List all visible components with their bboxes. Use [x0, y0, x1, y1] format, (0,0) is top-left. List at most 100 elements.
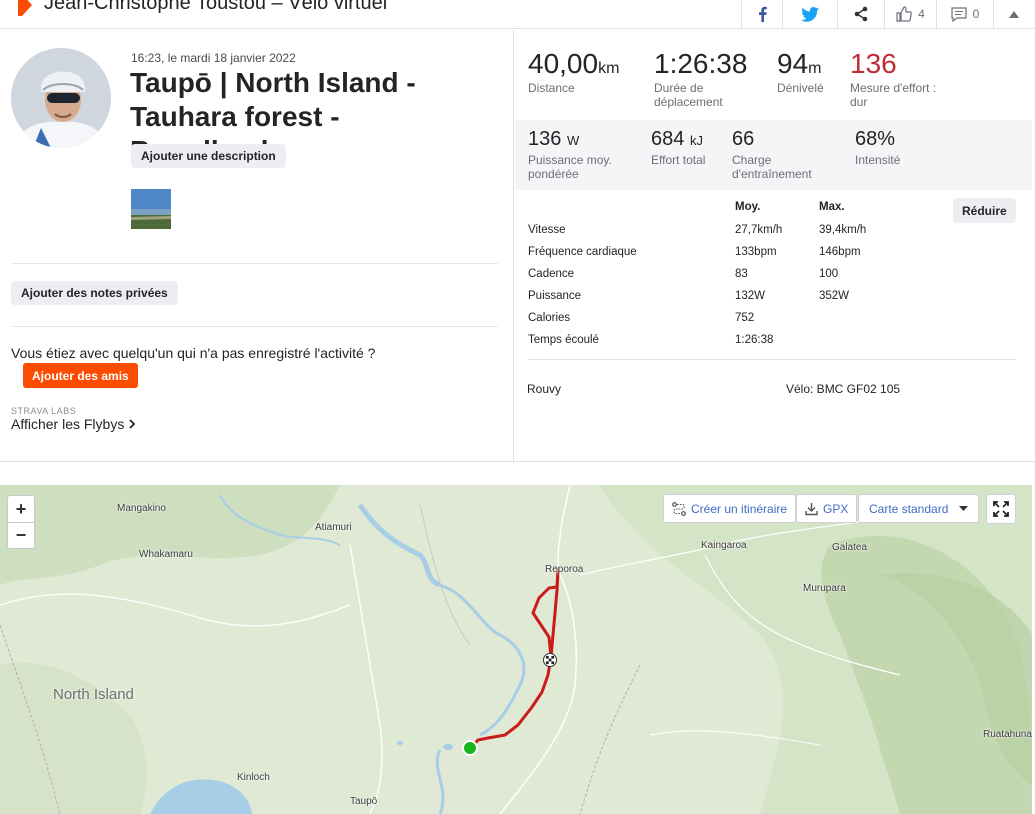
table-row: Fréquence cardiaque 133bpm 146bpm: [528, 242, 928, 264]
place-label: Kaingaroa: [701, 540, 747, 551]
strava-labs-label: STRAVA LABS: [11, 406, 77, 416]
fullscreen-icon: [993, 501, 1009, 517]
table-row: Temps écoulé 1:26:38: [528, 330, 928, 352]
download-icon: [805, 502, 818, 515]
row-avg: 133bpm: [735, 246, 777, 258]
stat-label: Charge d'entraînement: [732, 153, 812, 181]
chevron-down-icon: [959, 505, 969, 511]
divider: [528, 359, 1016, 360]
map-background: [0, 485, 1032, 814]
stat-label: Effort total: [651, 153, 706, 167]
gpx-download-button[interactable]: GPX: [796, 494, 858, 523]
stat-moving-time: 1:26:38 Durée de déplacement: [654, 48, 754, 109]
row-avg: 27,7km/h: [735, 224, 783, 236]
map-type-select[interactable]: Carte standard: [858, 494, 979, 523]
stat-label: Mesure d'effort : dur: [850, 81, 937, 109]
athlete-photo: [11, 48, 111, 148]
table-row: Calories 752: [528, 308, 928, 330]
stat-label: Durée de déplacement: [654, 81, 723, 109]
stat-total-work: 684 kJ Effort total: [651, 128, 705, 167]
row-label: Puissance: [528, 290, 582, 302]
kudos-count: 4: [918, 7, 925, 21]
stat-relative-effort[interactable]: 136 Mesure d'effort : dur: [850, 48, 955, 109]
kudos-button[interactable]: 4: [884, 0, 936, 28]
primary-stats: 40,00km Distance 1:26:38 Durée de déplac…: [515, 30, 1032, 120]
place-label: Taupō: [350, 796, 378, 807]
create-route-label: Créer un itinéraire: [691, 501, 788, 516]
place-label: Mangakino: [117, 503, 166, 514]
region-label: North Island: [53, 686, 134, 703]
facebook-icon: [759, 6, 767, 22]
divider: [11, 326, 498, 327]
device-name: Rouvy: [527, 382, 562, 396]
activity-photo-thumbnail[interactable]: [131, 189, 171, 229]
activity-summary-panel: 16:23, le mardi 18 janvier 2022 Taupō | …: [0, 30, 514, 461]
row-max: 352W: [819, 290, 850, 302]
route-icon: [672, 501, 686, 516]
table-row: Vitesse 27,7km/h 39,4km/h: [528, 220, 928, 242]
row-label: Fréquence cardiaque: [528, 246, 637, 258]
row-avg: 752: [735, 312, 755, 324]
table-row: Puissance 132W 352W: [528, 286, 928, 308]
place-label: Reporoa: [545, 564, 584, 575]
place-label: Galatea: [832, 542, 868, 553]
row-label: Temps écoulé: [528, 334, 599, 346]
add-friends-button[interactable]: Ajouter des amis: [23, 363, 138, 388]
stat-value: 136: [528, 128, 562, 150]
twitter-icon: [801, 6, 819, 22]
add-private-notes-button[interactable]: Ajouter des notes privées: [11, 281, 178, 305]
secondary-stats: 136 W Puissance moy. pondérée 684 kJ Eff…: [515, 120, 1032, 190]
bike-name[interactable]: Vélo: BMC GF02 105: [786, 382, 900, 396]
stat-label: Distance: [528, 81, 575, 95]
strava-chevron-icon: [18, 0, 32, 16]
row-max: 146bpm: [819, 246, 861, 258]
stat-intensity: 68% Intensité: [855, 128, 900, 167]
add-description-button[interactable]: Ajouter une description: [131, 144, 286, 168]
athlete-avatar[interactable]: [11, 48, 111, 148]
place-label: Murupara: [803, 583, 846, 594]
row-max: 100: [819, 268, 839, 280]
route-map[interactable]: Mangakino Atiamuri Whakamaru Reporoa Kai…: [0, 485, 1032, 814]
column-max: Max.: [819, 201, 845, 213]
reduce-button[interactable]: Réduire: [953, 198, 1016, 223]
activity-stats-panel: 40,00km Distance 1:26:38 Durée de déplac…: [515, 30, 1032, 461]
stat-elevation: 94m Dénivelé: [777, 48, 824, 95]
group-question: Vous étiez avec quelqu'un qui n'a pas en…: [11, 345, 376, 361]
share-facebook-button[interactable]: [741, 0, 782, 28]
stat-value: 68%: [855, 128, 896, 150]
collapse-header-button[interactable]: [993, 0, 1033, 28]
stat-unit: kJ: [689, 133, 703, 148]
row-avg: 1:26:38: [735, 334, 774, 346]
landscape-photo: [131, 189, 171, 229]
table-row: Cadence 83 100: [528, 264, 928, 286]
start-marker-icon: [462, 740, 478, 756]
row-max: 39,4km/h: [819, 224, 867, 236]
comments-button[interactable]: 0: [936, 0, 993, 28]
details-table: Moy. Max. Vitesse 27,7km/h 39,4km/h Fréq…: [528, 198, 928, 352]
share-button[interactable]: [837, 0, 884, 28]
stat-value: 94: [777, 48, 809, 79]
stat-value: 40,00: [528, 48, 599, 79]
row-label: Calories: [528, 312, 571, 324]
thumbs-up-icon: [896, 6, 912, 22]
place-label: Atiamuri: [315, 522, 352, 533]
comment-icon: [951, 6, 967, 22]
stat-label: Dénivelé: [777, 81, 824, 95]
section-gap: [0, 461, 1035, 485]
flybys-link[interactable]: Afficher les Flybys: [11, 416, 136, 432]
stat-unit: m: [808, 60, 822, 77]
zoom-out-button[interactable]: −: [8, 522, 34, 548]
stat-value: 136: [850, 48, 897, 79]
zoom-in-button[interactable]: +: [8, 496, 34, 522]
gpx-label: GPX: [823, 501, 849, 516]
stat-training-load: 66 Charge d'entraînement: [732, 128, 832, 181]
row-avg: 83: [735, 268, 748, 280]
create-route-button[interactable]: Créer un itinéraire: [663, 494, 797, 523]
zoom-controls: + −: [7, 495, 35, 549]
place-label: Kinloch: [237, 772, 270, 783]
row-avg: 132W: [735, 290, 766, 302]
stat-weighted-power: 136 W Puissance moy. pondérée: [528, 128, 638, 181]
share-twitter-button[interactable]: [782, 0, 837, 28]
fullscreen-button[interactable]: [986, 494, 1016, 524]
chevron-right-icon: [129, 419, 136, 429]
